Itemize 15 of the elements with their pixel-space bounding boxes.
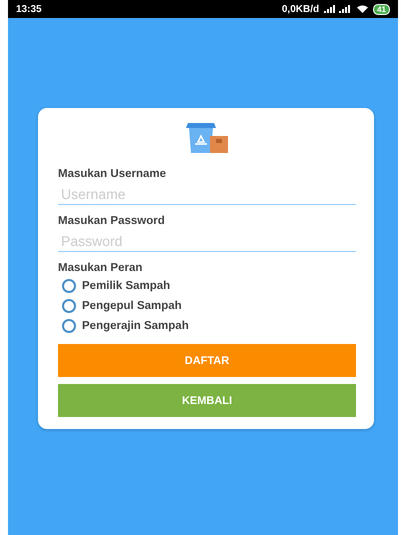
field-label: Masukan Username xyxy=(58,168,168,180)
role-label: Masukan Peran xyxy=(58,262,144,274)
clock: 13:35 xyxy=(16,4,42,14)
battery-level: 41 xyxy=(373,4,390,14)
wifi-icon xyxy=(357,5,368,13)
field-label: Masukan Password xyxy=(58,215,166,227)
data-rate: 0,0KB/d xyxy=(282,4,320,14)
recycle-bin-icon xyxy=(184,120,230,154)
radio-button[interactable] xyxy=(62,299,76,313)
role-option[interactable]: Pengepul Sampah xyxy=(62,298,182,314)
radio-button[interactable] xyxy=(62,319,76,333)
radio-button[interactable] xyxy=(62,279,76,293)
role-option[interactable]: Pemilik Sampah xyxy=(62,278,170,294)
role-option[interactable]: Pengerajin Sampah xyxy=(62,318,189,334)
signal-icon xyxy=(324,5,352,13)
